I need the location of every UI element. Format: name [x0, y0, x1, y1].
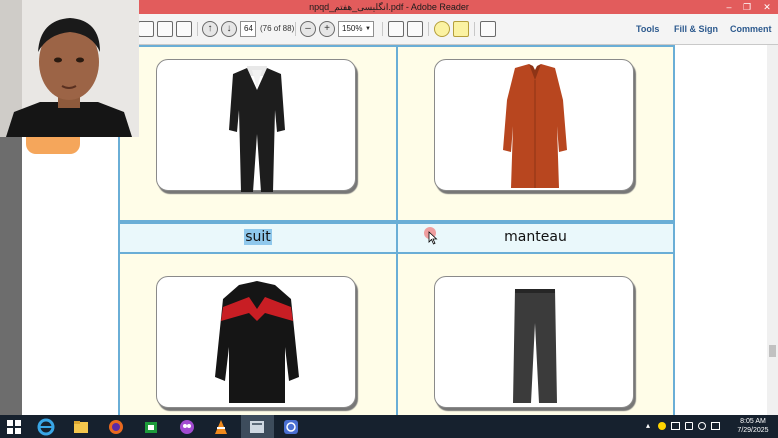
chevron-down-icon: ▼: [365, 26, 371, 32]
restore-button[interactable]: ❐: [738, 0, 756, 14]
toolbar-separator: [428, 22, 429, 36]
image-card-jacket: [156, 276, 356, 408]
zoom-select[interactable]: 150% ▼: [338, 21, 374, 37]
fill-sign-link[interactable]: Fill & Sign: [674, 21, 718, 37]
email-icon[interactable]: [176, 21, 192, 37]
keyboard-icon[interactable]: [711, 422, 720, 430]
volume-icon[interactable]: [698, 422, 706, 430]
file-explorer-icon[interactable]: [72, 418, 90, 436]
vertical-scrollbar[interactable]: [767, 45, 778, 415]
zoom-out-button[interactable]: –: [300, 21, 316, 37]
highlight-icon[interactable]: [453, 21, 469, 37]
zoom-value: 150%: [342, 24, 363, 33]
minimize-button[interactable]: –: [720, 0, 738, 14]
vlc-icon[interactable]: [212, 418, 230, 436]
label-manteau: manteau: [504, 229, 567, 245]
toolbar-separator: [295, 22, 296, 36]
manteau-image: [503, 64, 567, 188]
battery-icon[interactable]: [685, 422, 693, 430]
suit-image: [229, 66, 285, 192]
zoom-in-button[interactable]: +: [319, 21, 335, 37]
app-icon[interactable]: [282, 418, 300, 436]
webcam-overlay: [0, 0, 139, 137]
mouse-pointer-icon: [428, 231, 438, 245]
next-page-button[interactable]: ↓: [221, 21, 237, 37]
close-button[interactable]: ✕: [758, 0, 776, 14]
save-icon[interactable]: [138, 21, 154, 37]
page-number-input[interactable]: 64: [240, 21, 256, 37]
webcam-person-image: [0, 0, 139, 137]
tray-network-icon[interactable]: [671, 422, 680, 430]
fit-page-icon[interactable]: [388, 21, 404, 37]
tray-chevron-icon[interactable]: ▴: [646, 421, 650, 430]
image-card-suit: [156, 59, 356, 192]
toolbar-separator: [382, 22, 383, 36]
active-taskbar-item[interactable]: [241, 415, 274, 438]
image-cell: [396, 252, 675, 422]
image-cell: [118, 252, 398, 422]
page-count: (76 of 88): [260, 24, 295, 33]
scrollbar-thumb[interactable]: [769, 345, 776, 357]
expand-icon[interactable]: [480, 21, 496, 37]
image-cell: [396, 45, 675, 222]
image-card-manteau: [434, 59, 634, 191]
image-card-trousers: [434, 276, 634, 408]
tools-link[interactable]: Tools: [636, 21, 659, 37]
windows-start-icon[interactable]: [5, 418, 23, 436]
firefox-icon[interactable]: [107, 418, 125, 436]
taskbar: ▴ 8:05 AM 7/29/2025: [0, 415, 778, 438]
fit-width-icon[interactable]: [407, 21, 423, 37]
screen: npqd_انگلیسی_هفتم.pdf - Adobe Reader – ❐…: [0, 0, 778, 438]
adobe-reader-icon: [250, 421, 264, 433]
comment-icon[interactable]: [434, 21, 450, 37]
image-cell: [118, 45, 398, 222]
toolbar-separator: [197, 22, 198, 36]
comment-link[interactable]: Comment: [730, 21, 772, 37]
print-icon[interactable]: [157, 21, 173, 37]
label-cell-suit: suit: [118, 222, 398, 254]
ie-icon[interactable]: [37, 418, 55, 436]
clock-time: 8:05 AM: [740, 418, 766, 425]
previous-page-button[interactable]: ↑: [202, 21, 218, 37]
jacket-image: [215, 281, 299, 403]
people-icon[interactable]: [178, 418, 196, 436]
toolbar-separator: [474, 22, 475, 36]
label-suit: suit: [244, 229, 272, 245]
clock-date: 7/29/2025: [737, 427, 769, 434]
trousers-image: [513, 289, 557, 403]
clock[interactable]: 8:05 AM 7/29/2025: [728, 417, 778, 435]
store-icon[interactable]: [142, 418, 160, 436]
tray-app-icon[interactable]: [658, 422, 666, 430]
